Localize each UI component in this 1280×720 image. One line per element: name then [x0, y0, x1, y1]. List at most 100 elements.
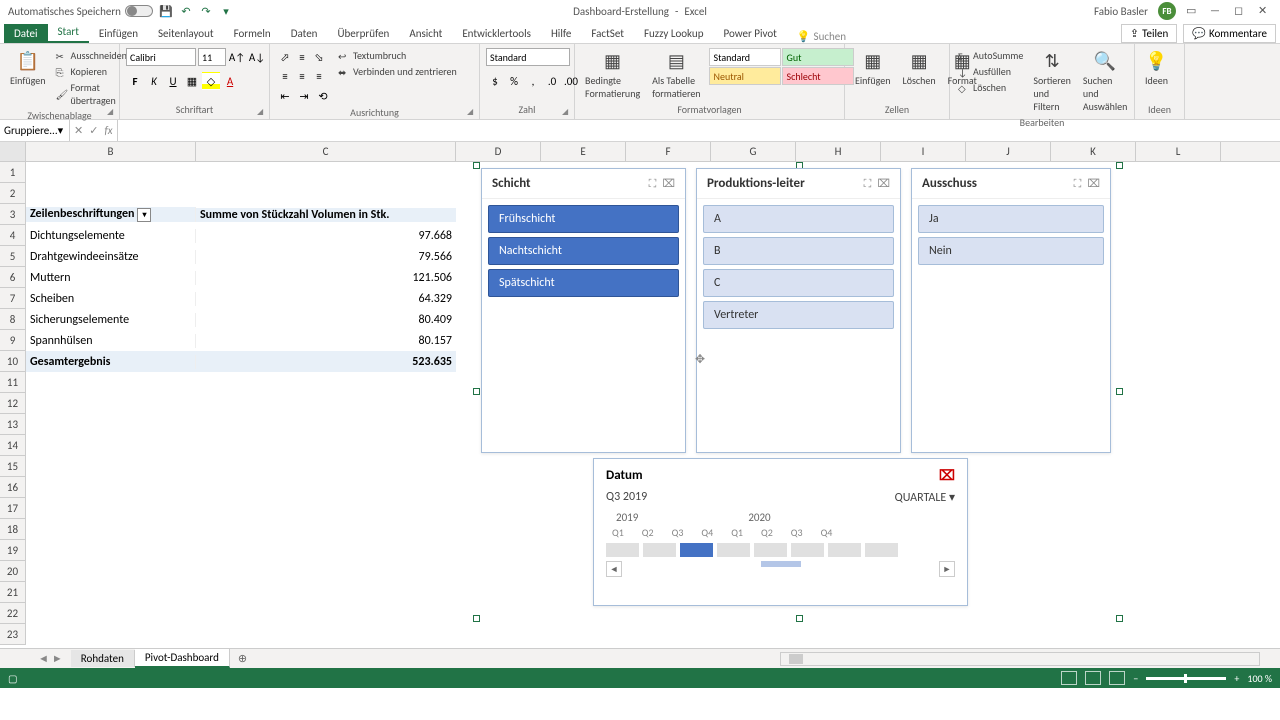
clear-filter-icon[interactable]: ⌧ [877, 177, 890, 191]
col-header[interactable]: K [1051, 142, 1136, 161]
col-header[interactable]: B [26, 142, 196, 161]
row-header[interactable]: 22 [0, 603, 25, 624]
filter-dropdown-icon[interactable]: ▾ [137, 208, 151, 222]
timeline-datum[interactable]: Datum ⌧ Q3 2019 QUARTALE ▾ 20192020 Q1Q2… [593, 458, 968, 606]
indent-increase-icon[interactable]: ⇥ [295, 87, 313, 105]
wrap-text-button[interactable]: ↩Textumbruch [336, 48, 459, 63]
row-header[interactable]: 6 [0, 267, 25, 288]
clear-filter-icon[interactable]: ⌧ [662, 177, 675, 191]
col-header[interactable]: I [881, 142, 966, 161]
format-as-table-button[interactable]: ▤Als Tabelle formatieren [648, 48, 704, 102]
row-header[interactable]: 18 [0, 519, 25, 540]
align-bottom-icon[interactable]: ⬂ [310, 48, 328, 66]
multiselect-icon[interactable]: ⛶ [1074, 177, 1082, 191]
tab-fuzzy[interactable]: Fuzzy Lookup [634, 24, 714, 43]
page-layout-view-icon[interactable] [1085, 671, 1101, 685]
tab-daten[interactable]: Daten [281, 24, 328, 43]
slicer-item[interactable]: Ja [918, 205, 1104, 233]
indent-decrease-icon[interactable]: ⇤ [276, 87, 294, 105]
row-header[interactable]: 9 [0, 330, 25, 351]
selection-handle[interactable] [473, 615, 480, 622]
dialog-launcher-icon[interactable]: ◢ [562, 107, 572, 117]
find-select-button[interactable]: 🔍Suchen und Auswählen [1079, 48, 1132, 115]
teilen-button[interactable]: ⇪Teilen [1121, 24, 1177, 43]
slicer-schicht[interactable]: Schicht ⛶⌧ FrühschichtNachtschichtSpätsc… [481, 168, 686, 453]
col-header[interactable]: F [626, 142, 711, 161]
spreadsheet-grid[interactable]: BCDEFGHIJKL 1234567891011121314151617181… [0, 142, 1280, 648]
number-format-combo[interactable]: Standard [486, 48, 570, 66]
pivot-row[interactable]: Muttern121.506 [26, 267, 456, 288]
fx-icon[interactable]: fx [104, 124, 112, 137]
currency-icon[interactable]: $ [486, 72, 504, 90]
format-painter-button[interactable]: 🖌Format übertragen [54, 80, 129, 108]
switch-icon[interactable] [125, 5, 153, 17]
slicer-item[interactable]: B [703, 237, 894, 265]
record-macro-icon[interactable]: ▢ [8, 672, 17, 685]
row-header[interactable]: 11 [0, 372, 25, 393]
slicer-item[interactable]: Spätschicht [488, 269, 679, 297]
timeline-segment[interactable] [828, 543, 861, 557]
selection-handle[interactable] [1116, 615, 1123, 622]
timeline-segment[interactable] [791, 543, 824, 557]
timeline-next-icon[interactable]: ► [939, 561, 955, 577]
slicer-ausschuss[interactable]: Ausschuss ⛶⌧ JaNein [911, 168, 1111, 453]
accept-formula-icon[interactable]: ✓ [89, 124, 98, 137]
conditional-format-button[interactable]: ▦Bedingte Formatierung [581, 48, 644, 102]
pivot-row[interactable]: Dichtungselemente97.668 [26, 225, 456, 246]
pivot-row[interactable]: Sicherungselemente80.409 [26, 309, 456, 330]
row-header[interactable]: 20 [0, 561, 25, 582]
row-header[interactable]: 2 [0, 183, 25, 204]
tab-entwickler[interactable]: Entwicklertools [452, 24, 541, 43]
row-header[interactable]: 10 [0, 351, 25, 372]
align-center-icon[interactable]: ≡ [293, 67, 311, 85]
cancel-formula-icon[interactable]: ✕ [74, 124, 83, 137]
copy-button[interactable]: ⎘Kopieren [54, 64, 129, 79]
slicer-item[interactable]: Nein [918, 237, 1104, 265]
selection-handle[interactable] [1116, 388, 1123, 395]
timeline-level-dropdown[interactable]: QUARTALE ▾ [895, 490, 955, 505]
row-header[interactable]: 23 [0, 624, 25, 645]
timeline-scroll-thumb[interactable] [761, 561, 801, 567]
bold-button[interactable]: F [126, 72, 144, 90]
comma-icon[interactable]: , [524, 72, 542, 90]
row-header[interactable]: 19 [0, 540, 25, 561]
row-header[interactable]: 3 [0, 204, 25, 225]
orientation-icon[interactable]: ⟲ [314, 87, 332, 105]
clear-button[interactable]: ◇Löschen [956, 80, 1025, 95]
ideen-button[interactable]: 💡Ideen [1141, 48, 1172, 89]
select-all-corner[interactable] [0, 142, 26, 161]
sheet-tab-rohdaten[interactable]: Rohdaten [71, 650, 135, 667]
selection-handle[interactable] [473, 388, 480, 395]
tab-formeln[interactable]: Formeln [224, 24, 281, 43]
align-right-icon[interactable]: ≡ [310, 67, 328, 85]
align-left-icon[interactable]: ≡ [276, 67, 294, 85]
clear-filter-icon[interactable]: ⌧ [1087, 177, 1100, 191]
timeline-segment[interactable] [680, 543, 713, 557]
merge-center-button[interactable]: ⬌Verbinden und zentrieren [336, 64, 459, 79]
timeline-segment[interactable] [865, 543, 898, 557]
tab-seitenlayout[interactable]: Seitenlayout [148, 24, 224, 43]
undo-icon[interactable]: ↶ [179, 4, 193, 18]
sheet-nav-next-icon[interactable]: ► [52, 652, 63, 665]
slicer-item[interactable]: Frühschicht [488, 205, 679, 233]
row-header[interactable]: 21 [0, 582, 25, 603]
close-icon[interactable]: ✕ [1258, 4, 1272, 18]
tab-hilfe[interactable]: Hilfe [541, 24, 581, 43]
fill-color-button[interactable]: ◇ [202, 72, 220, 90]
row-header[interactable]: 13 [0, 414, 25, 435]
multiselect-icon[interactable]: ⛶ [649, 177, 657, 191]
sheet-nav-prev-icon[interactable]: ◄ [38, 652, 49, 665]
cut-button[interactable]: ✂Ausschneiden [54, 48, 129, 63]
style-neutral[interactable]: Neutral [709, 67, 781, 85]
row-header[interactable]: 4 [0, 225, 25, 246]
minimize-icon[interactable]: — [1210, 4, 1224, 18]
decrease-font-icon[interactable]: A↓ [248, 48, 266, 66]
slicer-item[interactable]: C [703, 269, 894, 297]
slicer-item[interactable]: Vertreter [703, 301, 894, 329]
kommentare-button[interactable]: 💬Kommentare [1183, 24, 1276, 43]
font-size-combo[interactable]: 11 [198, 48, 226, 66]
slicer-item[interactable]: Nachtschicht [488, 237, 679, 265]
zoom-level[interactable]: 100 % [1247, 672, 1272, 685]
sheet-tab-pivot-dashboard[interactable]: Pivot-Dashboard [135, 649, 230, 668]
tab-factset[interactable]: FactSet [581, 24, 634, 43]
